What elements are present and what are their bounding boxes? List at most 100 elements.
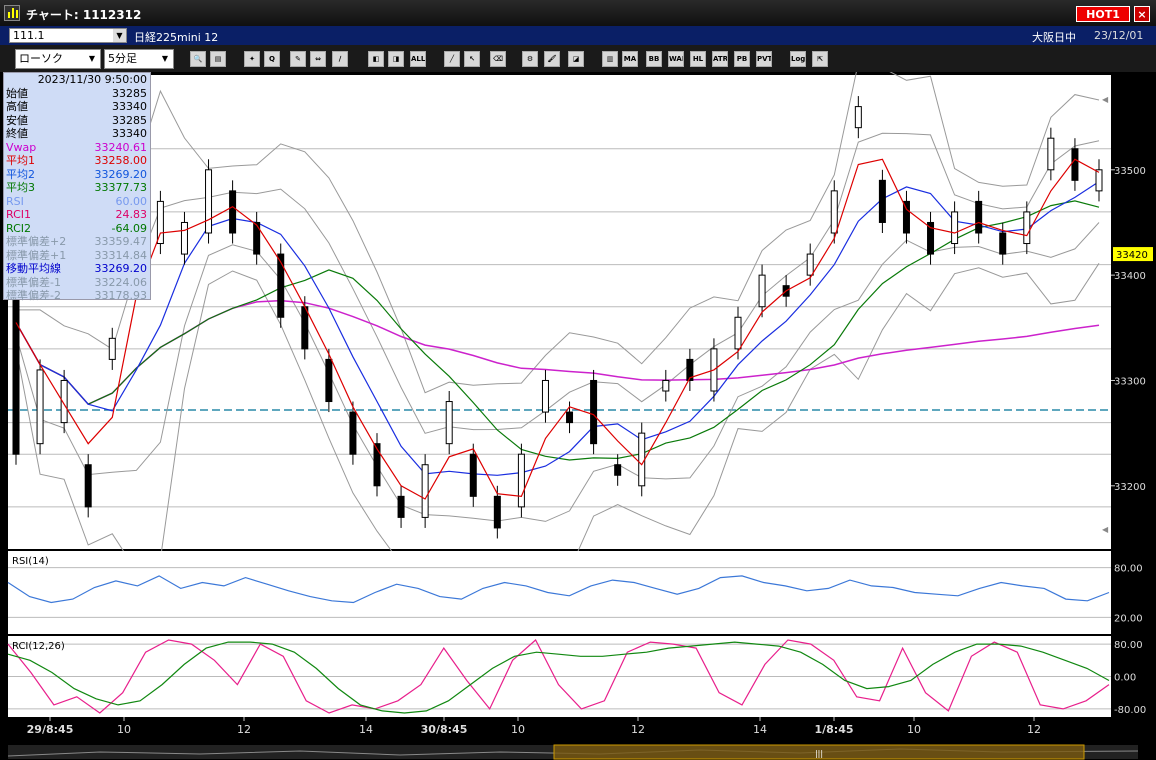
pvt-icon[interactable]: PVT [756,51,772,67]
ohlc-row: 安値 33285 [4,114,150,128]
candle-body[interactable] [325,358,333,403]
ohlc-row: RCI1 24.83 [4,208,150,222]
pb-icon[interactable]: PB [734,51,750,67]
candle-body[interactable] [951,211,959,245]
cursor-icon[interactable]: ↖ [464,51,480,67]
candle-body[interactable] [1071,148,1079,181]
candle-body[interactable] [397,495,405,518]
wae-icon[interactable]: WAE [668,51,684,67]
ma-icon[interactable]: MA [622,51,638,67]
candle-body[interactable] [517,453,525,508]
chart-type-select[interactable]: ローソク ▼ [15,49,101,69]
candle-right-icon[interactable]: ◨ [388,51,404,67]
ohlc-value: 33340 [112,127,147,140]
code-dropdown[interactable]: 111.1 ▼ [9,28,127,43]
split-icon[interactable]: ▤ [210,51,226,67]
scroll-up-marker[interactable]: ◀ [1102,95,1109,104]
chevron-down-icon[interactable]: ▼ [158,51,172,67]
search-chart-icon[interactable]: Q [264,51,280,67]
candle-body[interactable] [349,411,357,455]
ohlc-label: 高値 [6,100,28,113]
candle-body[interactable] [180,221,188,255]
color-icon[interactable]: ◪ [568,51,584,67]
toolbar: ローソク ▼ 5分足 ▼ 🔍▤ ✦Q ✎⇔ ∕ ◧◨ ALL ╱↖ ⌫ ⚙ 🖌 ◪ ▥MA BB WAE HL A… [0,45,1156,72]
rsi-tick-label: 20.00 [1114,613,1143,624]
ohlc-label: 標準偏差-1 [6,275,61,289]
brush-icon[interactable]: 🖌 [544,51,560,67]
candle-body[interactable] [806,253,814,276]
export-icon[interactable]: ⇱ [812,51,828,67]
pencil-gray-icon[interactable]: ∕ [332,51,348,67]
price-tick-label: 33300 [1114,376,1146,387]
candle-body[interactable] [1023,211,1031,245]
log-icon[interactable]: Log [790,51,806,67]
close-button[interactable]: × [1134,6,1150,22]
chart-type-value: ローソク [19,52,63,65]
grip-icon[interactable]: ||| [815,749,823,758]
candle-body[interactable] [975,200,983,234]
time-tick-label: 10 [117,723,131,736]
timeframe-select[interactable]: 5分足 ▼ [104,49,174,69]
all-icon[interactable]: ALL [410,51,426,67]
rsi-panel-bg [8,551,1111,634]
candle-body[interactable] [84,464,92,508]
candle-body[interactable] [614,464,622,476]
code-value: 111.1 [13,29,45,42]
candle-body[interactable] [445,401,453,445]
current-price-label: 33420 [1116,250,1148,261]
candle-body[interactable] [590,379,598,445]
drawing-icon[interactable]: ✎ [290,51,306,67]
ohlc-label: 安値 [6,113,28,127]
candle-body[interactable] [878,179,886,223]
candle-body[interactable] [1047,137,1055,171]
candle-body[interactable] [229,190,237,234]
candle-body[interactable] [638,432,646,487]
candle-body[interactable] [999,232,1007,255]
ohlc-value: 33359.47 [94,235,148,248]
settings-icon[interactable]: ⚙ [522,51,538,67]
candle-body[interactable] [421,464,429,518]
candle-body[interactable] [734,316,742,350]
ohlc-data-window: 2023/11/30 9:50:00 始値 33285 高値 33340 安値 33285… [3,72,151,302]
crosshair-icon[interactable]: ✦ [244,51,260,67]
candle-body[interactable] [830,190,838,234]
window-title: チャート: 1112312 [26,8,142,22]
ohlc-label: 始値 [6,86,28,100]
candle-left-icon[interactable]: ◧ [368,51,384,67]
bars-icon[interactable]: ▥ [602,51,618,67]
hl-icon[interactable]: HL [690,51,706,67]
chevron-down-icon[interactable]: ▼ [85,51,99,67]
candle-body[interactable] [301,306,309,350]
candle-body[interactable] [469,453,477,497]
candle-body[interactable] [541,379,549,413]
ohlc-value: 33240.61 [94,140,148,154]
candle-body[interactable] [566,411,574,424]
ohlc-label: 標準偏差+1 [6,248,67,262]
zoom-icon[interactable]: 🔍 [190,51,206,67]
candle-body[interactable] [493,495,501,529]
hot-button[interactable]: HOT1 [1076,6,1130,22]
scroll-down-marker[interactable]: ◀ [1102,525,1109,534]
line-tool-icon[interactable]: ╱ [444,51,460,67]
atr-icon[interactable]: ATR [712,51,728,67]
candle-body[interactable] [205,169,213,234]
candle-body[interactable] [662,379,670,392]
arrows-icon[interactable]: ⇔ [310,51,326,67]
instrument-bar: 111.1 ▼ 日経225mini 12 大阪日中 23/12/01 [0,26,1156,45]
chart-area[interactable]: 33200 33300 33400 33500 33420 ◀ ◀ RSI(14) 80.00… [0,72,1156,760]
rci-title: RCI(12,26) [12,641,65,652]
bb-icon[interactable]: BB [646,51,662,67]
candle-body[interactable] [758,274,766,308]
candle-body[interactable] [854,106,862,129]
candle-body[interactable] [108,337,116,360]
chevron-down-icon[interactable]: ▼ [113,29,126,42]
rsi-panel[interactable]: RSI(14) 80.00 20.00 [7,551,1143,634]
eraser-icon[interactable]: ⌫ [490,51,506,67]
candle-body[interactable] [36,369,44,445]
ohlc-value: 33224.06 [94,275,148,289]
rci-panel[interactable]: RCI(12,26) 80.00 0.00 -80.00 [7,636,1146,717]
candle-body[interactable] [1095,169,1103,192]
time-tick-label: 10 [907,723,921,736]
candle-body[interactable] [277,253,285,318]
window-titlebar[interactable]: チャート: 1112312 HOT1 × [0,0,1156,26]
